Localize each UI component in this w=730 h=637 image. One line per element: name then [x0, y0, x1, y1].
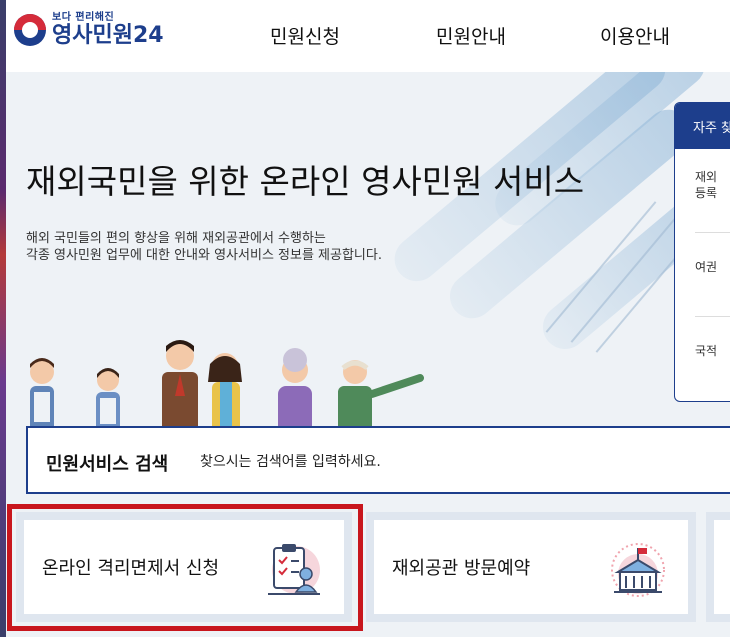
hero-banner: 재외국민을 위한 온라인 영사민원 서비스 해외 국민들의 편의 향상을 위해 … — [0, 72, 730, 432]
nav-apply[interactable]: 민원신청 — [270, 22, 340, 49]
faq-item-label: 재외 등록 — [695, 170, 718, 200]
window-edge — [0, 0, 6, 637]
hero-desc-line1: 해외 국민들의 편의 향상을 위해 재외공관에서 수행하는 — [26, 231, 326, 246]
quarantine-exemption-card[interactable]: 온라인 격리면제서 신청 — [16, 512, 352, 622]
faq-item[interactable]: 여권 — [695, 233, 730, 317]
grandmother-figure — [278, 348, 312, 432]
father-figure — [162, 340, 198, 432]
site-header: 보다 편리해진 영사민원24 민원신청 민원안내 이용안내 — [0, 0, 730, 72]
faq-item[interactable]: 국적 — [695, 317, 730, 401]
mother-figure — [208, 353, 242, 432]
faq-title: 자주 찾 — [675, 103, 730, 149]
hero-description: 해외 국민들의 편의 향상을 위해 재외공관에서 수행하는 각종 영사민원 업무… — [26, 230, 382, 264]
grandfather-figure — [338, 360, 424, 432]
decorative-line — [570, 211, 682, 343]
document-checklist-icon — [268, 544, 320, 595]
site-logo[interactable]: 보다 편리해진 영사민원24 — [14, 12, 164, 48]
hero-desc-line2: 각종 영사민원 업무에 대한 안내와 영사서비스 정보를 제공합니다. — [26, 248, 382, 263]
nav-guide[interactable]: 민원안내 — [436, 22, 506, 49]
people-illustration — [30, 340, 424, 432]
taegeuk-logo-icon — [14, 14, 46, 46]
faq-item[interactable]: 재외 등록 — [695, 149, 730, 233]
logo-title: 영사민원24 — [52, 23, 164, 48]
nav-usage[interactable]: 이용안내 — [600, 22, 670, 49]
card-label: 온라인 격리면제서 신청 — [42, 558, 220, 579]
embassy-building-icon — [611, 543, 665, 597]
faq-panel: 자주 찾 재외 등록 여권 국적 — [674, 102, 730, 402]
hero-title: 재외국민을 위한 온라인 영사민원 서비스 — [26, 162, 585, 201]
service-search-box: 민원서비스 검색 — [26, 426, 730, 494]
search-input[interactable] — [200, 450, 720, 474]
search-label: 민원서비스 검색 — [46, 454, 169, 475]
service-card-partial[interactable] — [706, 512, 730, 622]
embassy-visit-reservation-card[interactable]: 재외공관 방문예약 — [366, 512, 696, 622]
child-girl-figure — [30, 358, 54, 432]
faq-item-label: 여권 — [695, 260, 718, 274]
child-boy-figure — [96, 368, 120, 432]
faq-item-label: 국적 — [695, 344, 718, 358]
card-label: 재외공관 방문예약 — [392, 558, 531, 579]
